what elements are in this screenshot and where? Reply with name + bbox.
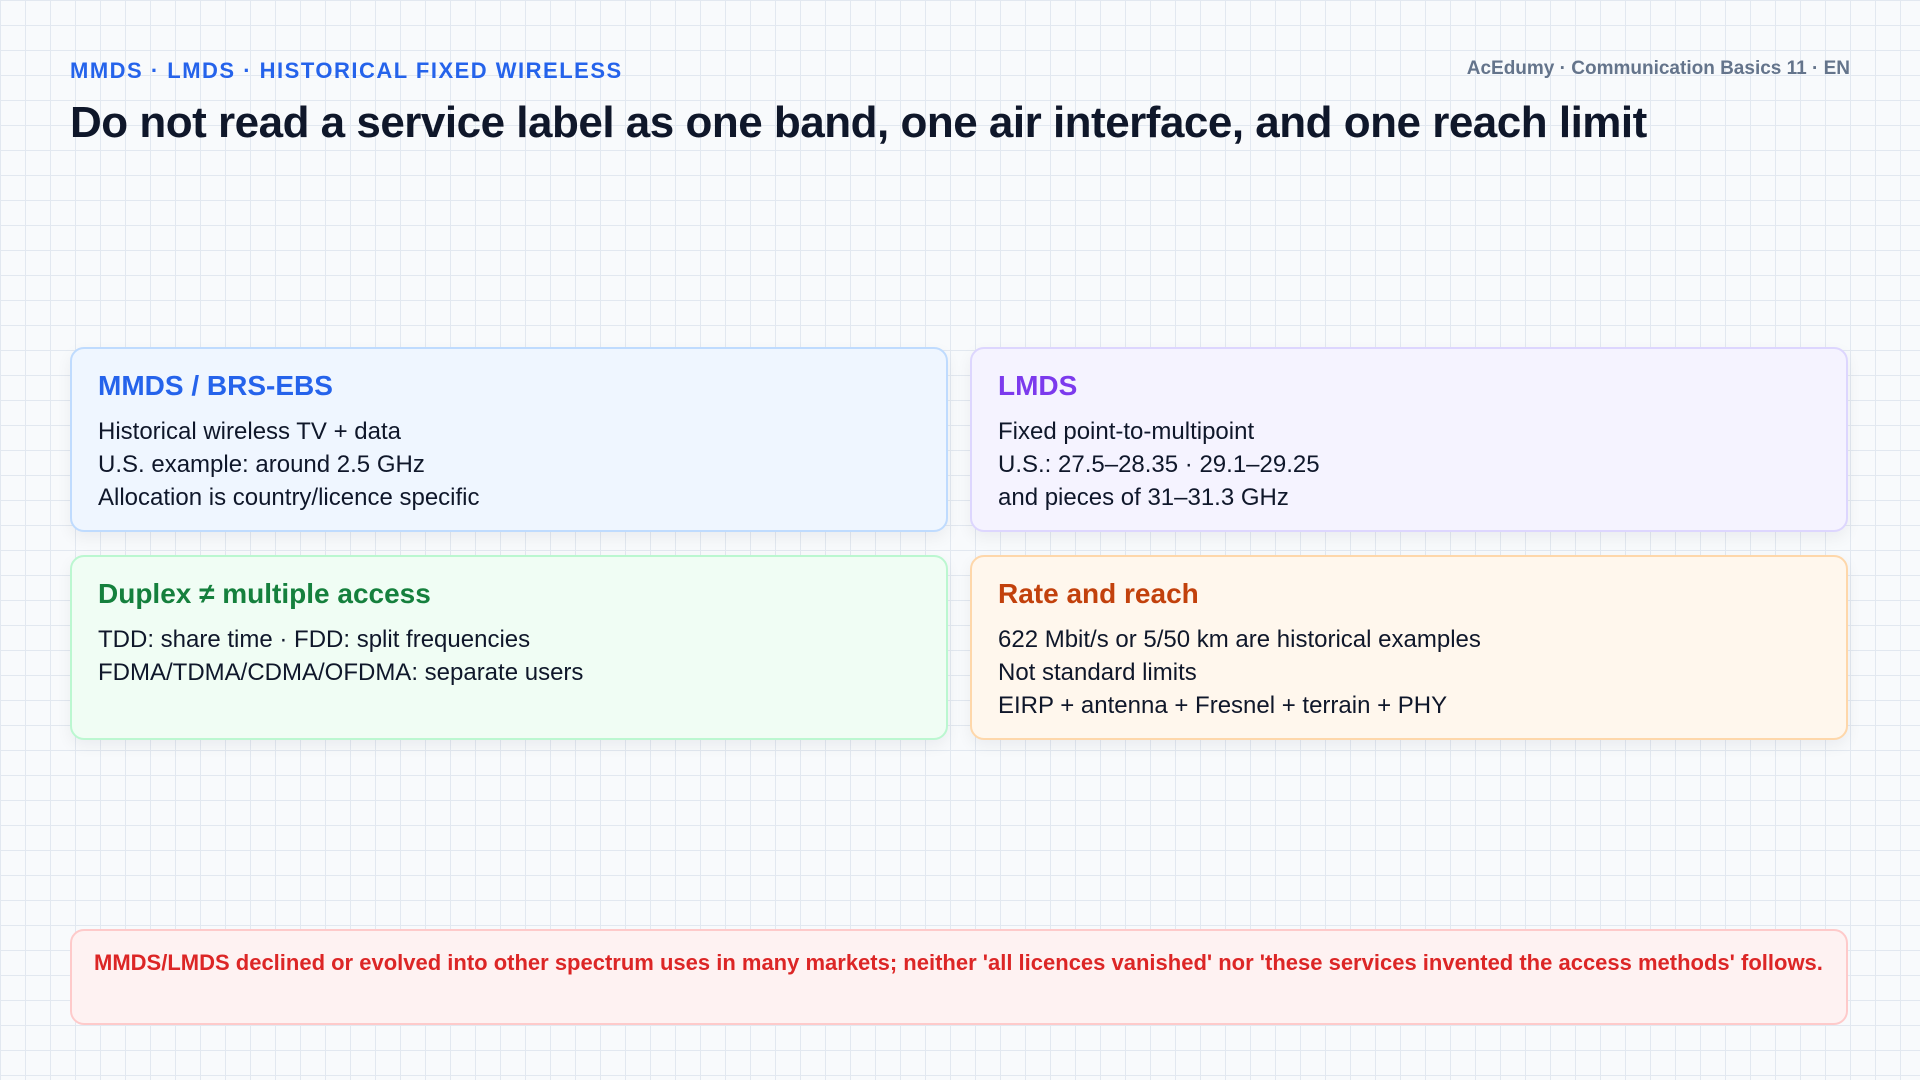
card-lmds-line: U.S.: 27.5–28.35 · 29.1–29.25 xyxy=(998,450,1320,478)
card-mmds: MMDS / BRS-EBS Historical wireless TV + … xyxy=(70,347,948,532)
card-duplex-line: FDMA/TDMA/CDMA/OFDMA: separate users xyxy=(98,658,584,686)
course-meta: AcEdumy · Communication Basics 11 · EN xyxy=(1466,58,1850,79)
card-rate-reach-line: Not standard limits xyxy=(998,658,1197,686)
card-lmds: LMDS Fixed point-to-multipoint U.S.: 27.… xyxy=(970,347,1848,532)
card-lmds-line: and pieces of 31–31.3 GHz xyxy=(998,483,1289,511)
card-rate-reach-title: Rate and reach xyxy=(998,578,1199,609)
card-lmds-line: Fixed point-to-multipoint xyxy=(998,417,1255,445)
card-duplex-title: Duplex ≠ multiple access xyxy=(98,578,431,609)
card-duplex-line: TDD: share time · FDD: split frequencies xyxy=(98,625,531,653)
card-mmds-line: Historical wireless TV + data xyxy=(98,417,401,445)
card-mmds-line: Allocation is country/licence specific xyxy=(98,483,480,511)
card-duplex: Duplex ≠ multiple access TDD: share time… xyxy=(70,555,948,740)
card-rate-reach-line: EIRP + antenna + Fresnel + terrain + PHY xyxy=(998,691,1448,719)
card-lmds-title: LMDS xyxy=(998,370,1078,401)
eyebrow-label: MMDS · LMDS · HISTORICAL FIXED WIRELESS xyxy=(70,58,623,83)
card-rate-reach: Rate and reach 622 Mbit/s or 5/50 km are… xyxy=(970,555,1848,740)
warning-note: MMDS/LMDS declined or evolved into other… xyxy=(70,929,1848,1025)
card-rate-reach-line: 622 Mbit/s or 5/50 km are historical exa… xyxy=(998,625,1481,653)
page-title: Do not read a service label as one band,… xyxy=(70,98,1647,147)
card-mmds-line: U.S. example: around 2.5 GHz xyxy=(98,450,425,478)
card-mmds-title: MMDS / BRS-EBS xyxy=(98,370,333,401)
